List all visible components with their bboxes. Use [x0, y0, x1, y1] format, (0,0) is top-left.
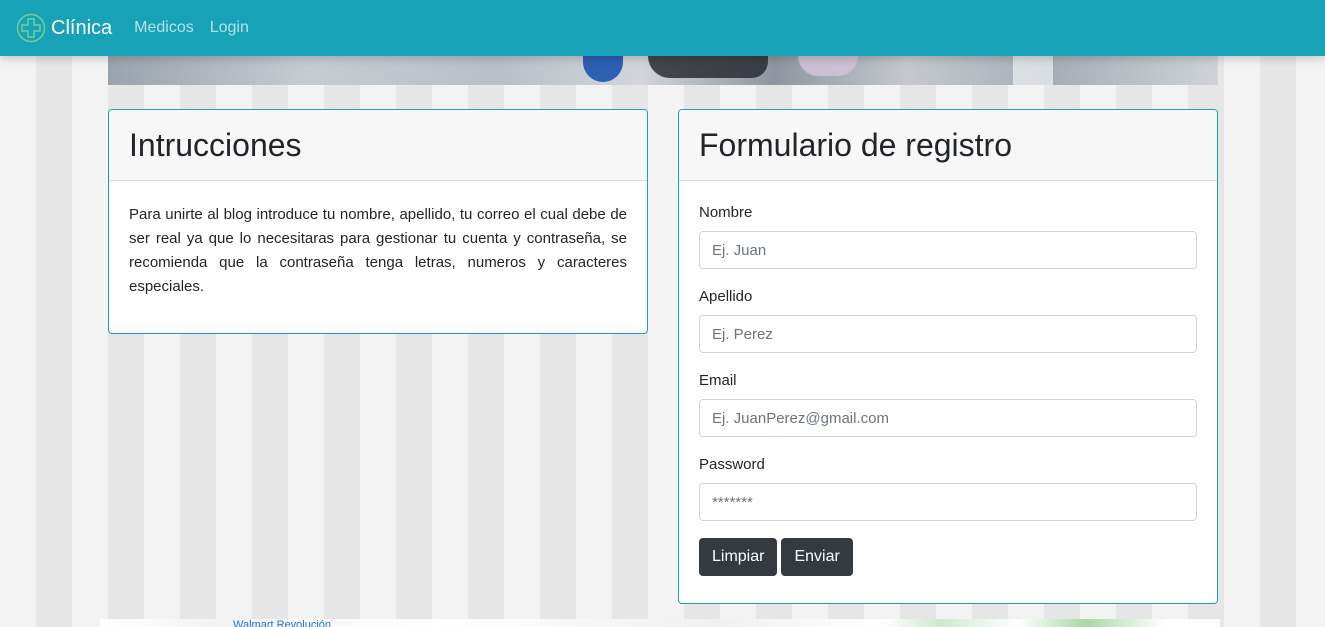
registration-form-title: Formulario de registro — [699, 126, 1012, 163]
header-banner-image — [108, 56, 1218, 85]
instructions-body: Para unirte al blog introduce tu nombre,… — [109, 181, 647, 319]
brand-name: Clínica — [51, 16, 113, 39]
instructions-header: Intrucciones — [109, 110, 647, 181]
instructions-title: Intrucciones — [129, 126, 302, 163]
nav-link-medicos[interactable]: Medicos — [134, 19, 194, 37]
nav-link-login[interactable]: Login — [210, 19, 249, 37]
password-input[interactable] — [699, 483, 1197, 521]
brand-link[interactable]: Clínica — [16, 13, 112, 43]
top-navbar: Clínica Medicos Login — [0, 0, 1325, 56]
registration-form: Nombre Apellido Email Password Limpiar E… — [679, 181, 1217, 596]
clear-button[interactable]: Limpiar — [699, 538, 778, 576]
nombre-input[interactable] — [699, 231, 1197, 269]
email-input[interactable] — [699, 399, 1197, 437]
form-buttons: Limpiar Enviar — [699, 538, 1197, 576]
medical-cross-icon — [16, 13, 46, 43]
submit-button[interactable]: Enviar — [781, 538, 853, 576]
apellido-label: Apellido — [699, 288, 753, 305]
nombre-label: Nombre — [699, 204, 753, 221]
registration-form-header: Formulario de registro — [679, 110, 1217, 181]
instructions-card: Intrucciones Para unirte al blog introdu… — [108, 109, 648, 334]
password-label: Password — [699, 456, 765, 473]
registration-form-card: Formulario de registro Nombre Apellido E… — [678, 109, 1218, 604]
instructions-text: Para unirte al blog introduce tu nombre,… — [129, 206, 627, 295]
map-place-label: Walmart Revolución — [233, 620, 332, 627]
apellido-input[interactable] — [699, 315, 1197, 353]
email-label: Email — [699, 372, 737, 389]
